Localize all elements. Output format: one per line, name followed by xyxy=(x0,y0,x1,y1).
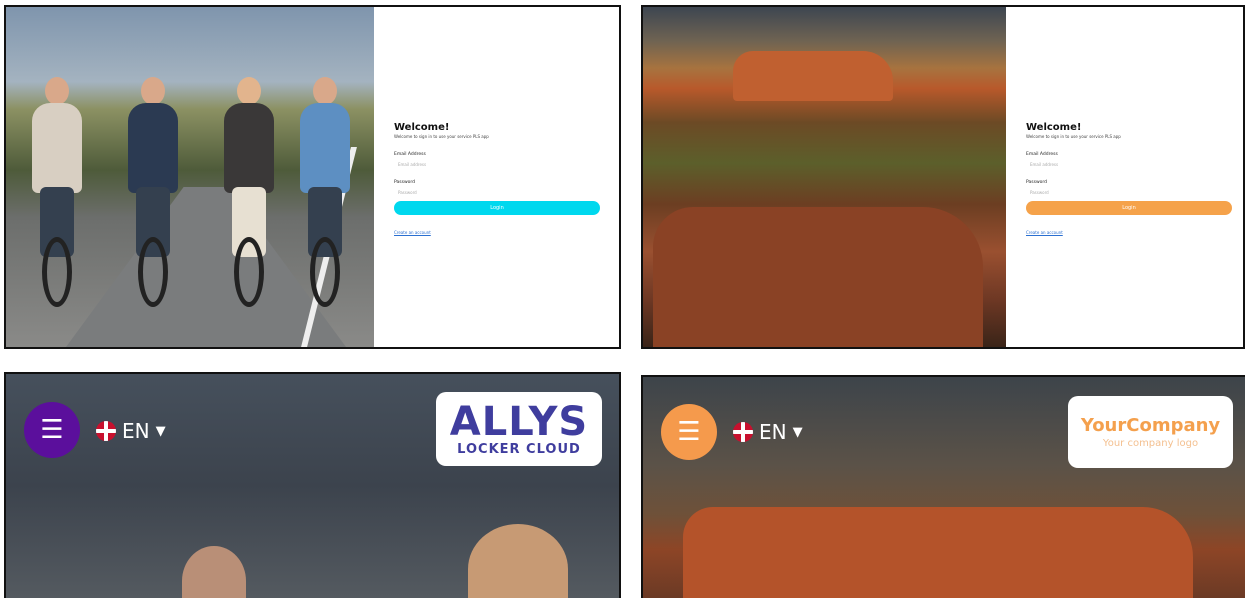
login-form-area: Welcome! Welcome to sign in to use your … xyxy=(374,7,619,347)
brand-logo: YourCompany Your company logo xyxy=(1068,396,1233,468)
create-account-link[interactable]: Create an account xyxy=(394,230,600,235)
rock-shape xyxy=(653,207,983,347)
logo-title: ALLYS xyxy=(449,398,589,445)
email-field[interactable]: Email address xyxy=(1026,162,1232,167)
login-form: Welcome! Welcome to sign in to use your … xyxy=(394,122,600,235)
password-label: Password xyxy=(1026,180,1048,185)
menu-button[interactable]: ☰ xyxy=(24,402,80,458)
cyclists-background-image xyxy=(6,7,374,347)
caret-down-icon: ▼ xyxy=(792,424,803,440)
caret-down-icon: ▼ xyxy=(155,423,166,439)
rock-shape xyxy=(733,51,893,101)
password-field[interactable]: Password xyxy=(394,190,600,195)
mobile-preview-allys: ☰ EN ▼ ALLYS LOCKER CLOUD xyxy=(4,372,621,598)
rider-figure xyxy=(220,77,278,307)
person-head-shape xyxy=(468,524,568,598)
desktop-login-preview-canyon: Welcome! Welcome to sign in to use your … xyxy=(641,5,1245,349)
rock-shape xyxy=(683,507,1193,598)
rider-figure xyxy=(124,77,182,307)
hamburger-icon: ☰ xyxy=(677,417,701,447)
login-button[interactable]: Login xyxy=(1026,201,1232,215)
logo-subtitle: Your company logo xyxy=(1102,438,1199,449)
logo-title: YourCompany xyxy=(1080,415,1221,436)
mobile-preview-yourcompany: ☰ EN ▼ YourCompany Your company logo xyxy=(641,375,1245,598)
language-selector[interactable]: EN ▼ xyxy=(733,420,803,444)
uk-flag-icon xyxy=(96,421,116,441)
canyon-background-image xyxy=(643,7,1006,347)
brand-logo: ALLYS LOCKER CLOUD xyxy=(436,392,602,466)
uk-flag-icon xyxy=(733,422,753,442)
email-field[interactable]: Email address xyxy=(394,162,600,167)
welcome-subtitle: Welcome to sign in to use your service P… xyxy=(1026,134,1121,139)
welcome-title: Welcome! xyxy=(1026,122,1082,133)
language-code: EN xyxy=(759,420,787,444)
hamburger-icon: ☰ xyxy=(40,415,64,445)
language-code: EN xyxy=(122,419,150,443)
login-form: Welcome! Welcome to sign in to use your … xyxy=(1026,122,1232,235)
menu-button[interactable]: ☰ xyxy=(661,404,717,460)
password-field[interactable]: Password xyxy=(1026,190,1232,195)
login-form-area: Welcome! Welcome to sign in to use your … xyxy=(1006,7,1243,347)
desktop-login-preview-cyclists: Welcome! Welcome to sign in to use your … xyxy=(4,5,621,349)
create-account-link[interactable]: Create an account xyxy=(1026,230,1232,235)
login-button[interactable]: Login xyxy=(394,201,600,215)
email-label: Email Address xyxy=(1026,152,1058,157)
email-label: Email Address xyxy=(394,152,426,157)
rider-figure xyxy=(296,77,354,307)
logo-subtitle: LOCKER CLOUD xyxy=(457,441,581,457)
rider-figure xyxy=(28,77,86,307)
person-head-shape xyxy=(182,546,246,598)
welcome-title: Welcome! xyxy=(394,122,450,133)
language-selector[interactable]: EN ▼ xyxy=(96,419,166,443)
password-label: Password xyxy=(394,180,416,185)
welcome-subtitle: Welcome to sign in to use your service P… xyxy=(394,134,489,139)
